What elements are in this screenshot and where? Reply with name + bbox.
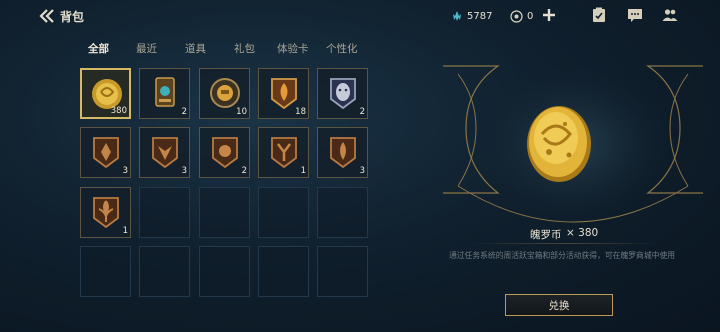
inventory-slot-3[interactable]: 10 [199,68,250,119]
token-value: 0 [527,10,534,22]
item-count: 1 [300,166,306,176]
empty-slot [199,246,250,297]
bronze-emblem-icon [271,137,297,169]
blue-essence-balance: 5787 [451,8,492,24]
item-count: 2 [181,107,187,117]
empty-slot [80,246,131,297]
tab-items[interactable]: 道具 [185,41,206,56]
bronze-emblem-icon [93,137,119,169]
tab-bundles[interactable]: 礼包 [234,41,255,56]
empty-slot [258,187,309,238]
item-count: 10 [236,107,247,117]
inventory-slot-4[interactable]: 18 [258,68,309,119]
blue-essence-icon [453,11,461,21]
tab-recent[interactable]: 最近 [136,41,157,56]
empty-slot [317,246,368,297]
item-count: 3 [122,166,128,176]
item-count: 2 [241,166,247,176]
selected-coin-icon [527,106,591,182]
tab-all[interactable]: 全部 [88,41,109,56]
item-count: 3 [359,166,365,176]
mask-emblem-icon [330,78,356,110]
item-count: 1 [122,226,128,236]
add-currency-icon[interactable] [541,7,557,23]
inventory-slot-11[interactable]: 1 [80,187,131,238]
item-count: 380 [110,106,127,116]
clipboard-icon[interactable] [590,6,608,24]
inventory-slot-7[interactable]: 3 [139,127,190,178]
tab-personalization[interactable]: 个性化 [326,41,358,56]
token-icon [510,9,523,23]
back-arrow-icon[interactable] [38,8,56,24]
inventory-slot-2[interactable]: 2 [139,68,190,119]
inventory-slot-10[interactable]: 3 [317,127,368,178]
item-description: 通过任务系统的周活跃宝箱和部分活动获得，可在魄罗商城中使用 [448,251,676,260]
inventory-slot-6[interactable]: 3 [80,127,131,178]
empty-slot [139,246,190,297]
exchange-button[interactable]: 兑换 [505,294,613,316]
divider [470,243,660,244]
item-count: 3 [181,166,187,176]
empty-slot [139,187,190,238]
empty-slot [199,187,250,238]
tab-trial-cards[interactable]: 体验卡 [277,41,309,56]
fleur-emblem-icon [93,197,119,229]
item-name: 魄罗币 [530,229,562,241]
scroll-card-icon [155,77,175,107]
page-title: 背包 [60,10,85,24]
item-count: 2 [359,107,365,117]
blue-essence-value: 5787 [467,10,493,22]
inventory-slot-9[interactable]: 1 [258,127,309,178]
inventory-slot-1[interactable]: 380 [80,68,131,119]
token-balance: 0 [510,8,533,24]
bronze-emblem-icon [212,137,238,169]
item-count: 18 [295,107,306,117]
empty-slot [258,246,309,297]
friends-icon[interactable] [661,6,679,24]
inventory-slot-8[interactable]: 2 [199,127,250,178]
bronze-emblem-icon [152,137,178,169]
inventory-slot-5[interactable]: 2 [317,68,368,119]
chat-icon[interactable] [626,6,644,24]
item-quantity: × 380 [566,227,599,239]
bronze-emblem-icon [330,137,356,169]
empty-slot [317,187,368,238]
